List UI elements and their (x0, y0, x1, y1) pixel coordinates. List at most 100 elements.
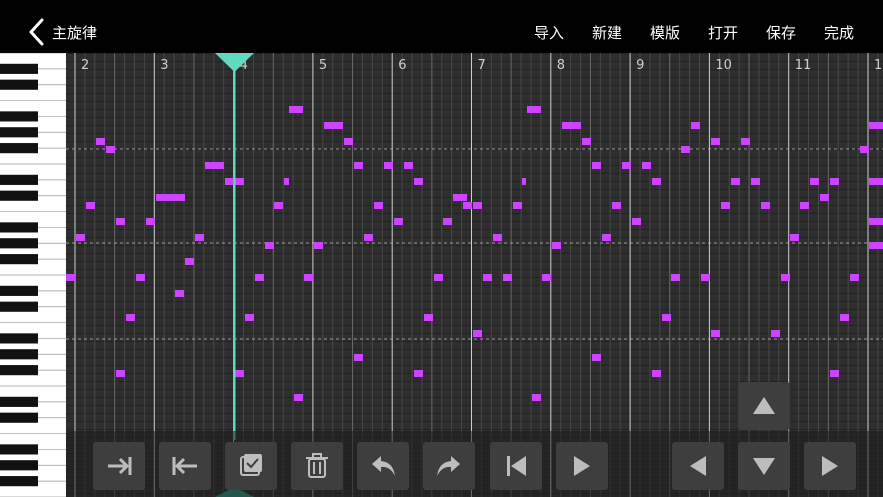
note-block[interactable] (185, 258, 194, 265)
black-key[interactable] (0, 79, 38, 90)
template-button[interactable]: 模版 (650, 22, 680, 43)
note-block[interactable] (830, 370, 839, 377)
note-block[interactable] (869, 242, 883, 249)
note-block[interactable] (116, 370, 125, 377)
note-block[interactable] (542, 274, 551, 281)
black-key[interactable] (0, 143, 38, 154)
note-block[interactable] (642, 162, 651, 169)
trash-icon[interactable] (291, 442, 343, 490)
note-block[interactable] (463, 202, 472, 209)
note-block[interactable] (126, 314, 135, 321)
black-key[interactable] (0, 412, 38, 423)
move-left-icon[interactable] (159, 442, 211, 490)
note-block[interactable] (324, 122, 343, 129)
note-block[interactable] (156, 194, 185, 201)
note-block[interactable] (86, 202, 95, 209)
note-block[interactable] (384, 162, 393, 169)
note-block[interactable] (731, 178, 740, 185)
back-chevron-icon[interactable] (26, 18, 48, 46)
note-block[interactable] (711, 330, 720, 337)
black-key[interactable] (0, 63, 38, 74)
black-key[interactable] (0, 476, 38, 487)
note-block[interactable] (592, 162, 601, 169)
note-block[interactable] (701, 274, 710, 281)
note-block[interactable] (582, 138, 591, 145)
note-block[interactable] (751, 178, 760, 185)
note-block[interactable] (869, 122, 883, 129)
note-block[interactable] (225, 178, 244, 185)
note-block[interactable] (513, 202, 522, 209)
note-block[interactable] (790, 234, 799, 241)
note-block[interactable] (245, 314, 254, 321)
note-block[interactable] (562, 122, 581, 129)
black-key[interactable] (0, 365, 38, 376)
note-block[interactable] (602, 234, 611, 241)
note-block[interactable] (364, 234, 373, 241)
save-button[interactable]: 保存 (766, 22, 796, 43)
note-block[interactable] (146, 218, 155, 225)
note-block[interactable] (840, 314, 849, 321)
note-block[interactable] (414, 370, 423, 377)
note-block[interactable] (354, 162, 363, 169)
note-block[interactable] (265, 242, 274, 249)
note-block[interactable] (344, 138, 353, 145)
note-block[interactable] (96, 138, 105, 145)
open-button[interactable]: 打开 (708, 22, 738, 43)
black-key[interactable] (0, 174, 38, 185)
note-block[interactable] (235, 370, 244, 377)
note-block[interactable] (175, 290, 184, 297)
note-block[interactable] (741, 138, 750, 145)
black-key[interactable] (0, 222, 38, 233)
black-key[interactable] (0, 396, 38, 407)
note-block[interactable] (830, 178, 839, 185)
note-block[interactable] (116, 218, 125, 225)
note-block[interactable] (691, 122, 700, 129)
note-block[interactable] (394, 218, 403, 225)
note-block[interactable] (810, 178, 819, 185)
note-block[interactable] (414, 178, 423, 185)
note-block[interactable] (671, 274, 680, 281)
black-key[interactable] (0, 301, 38, 312)
arrow-left-icon[interactable] (672, 442, 724, 490)
note-block[interactable] (205, 162, 224, 169)
note-block[interactable] (771, 330, 780, 337)
note-block[interactable] (652, 178, 661, 185)
black-key[interactable] (0, 111, 38, 122)
note-block[interactable] (552, 242, 561, 249)
black-key[interactable] (0, 444, 38, 455)
note-block[interactable] (662, 314, 671, 321)
note-block[interactable] (106, 146, 115, 153)
note-block[interactable] (860, 146, 869, 153)
black-key[interactable] (0, 333, 38, 344)
note-block[interactable] (632, 218, 641, 225)
play-icon[interactable] (556, 442, 608, 490)
select-all-icon[interactable] (225, 442, 277, 490)
arrow-up-icon[interactable] (738, 382, 790, 430)
note-block[interactable] (374, 202, 383, 209)
note-block[interactable] (66, 274, 75, 281)
note-block[interactable] (473, 330, 482, 337)
note-block[interactable] (443, 218, 452, 225)
note-block[interactable] (503, 274, 512, 281)
note-block[interactable] (76, 234, 85, 241)
note-block[interactable] (274, 202, 283, 209)
note-block[interactable] (527, 106, 541, 113)
note-block[interactable] (820, 194, 829, 201)
note-block[interactable] (711, 138, 720, 145)
piano-keyboard[interactable] (0, 53, 66, 497)
note-block[interactable] (434, 274, 443, 281)
black-key[interactable] (0, 460, 38, 471)
note-block[interactable] (592, 354, 601, 361)
new-button[interactable]: 新建 (592, 22, 622, 43)
note-block[interactable] (304, 274, 313, 281)
done-button[interactable]: 完成 (824, 22, 854, 43)
note-block[interactable] (294, 394, 303, 401)
note-block[interactable] (255, 274, 264, 281)
note-block[interactable] (622, 162, 631, 169)
black-key[interactable] (0, 285, 38, 296)
note-block[interactable] (424, 314, 433, 321)
note-block[interactable] (532, 394, 541, 401)
note-block[interactable] (136, 274, 145, 281)
arrow-down-icon[interactable] (738, 442, 790, 490)
black-key[interactable] (0, 254, 38, 265)
